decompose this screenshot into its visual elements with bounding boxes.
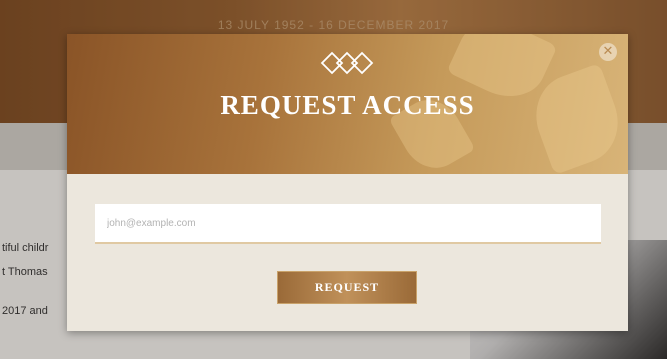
email-field[interactable] bbox=[95, 204, 601, 244]
modal-title: REQUEST ACCESS bbox=[220, 90, 475, 120]
request-button[interactable]: REQUEST bbox=[277, 271, 417, 304]
close-icon[interactable]: ✕ bbox=[599, 43, 617, 61]
request-access-modal: REQUEST ACCESS ✕ REQUEST bbox=[67, 34, 628, 331]
modal-body: REQUEST bbox=[67, 174, 628, 331]
diamond-lattice-logo bbox=[320, 51, 374, 75]
modal-header: REQUEST ACCESS ✕ bbox=[67, 34, 628, 180]
